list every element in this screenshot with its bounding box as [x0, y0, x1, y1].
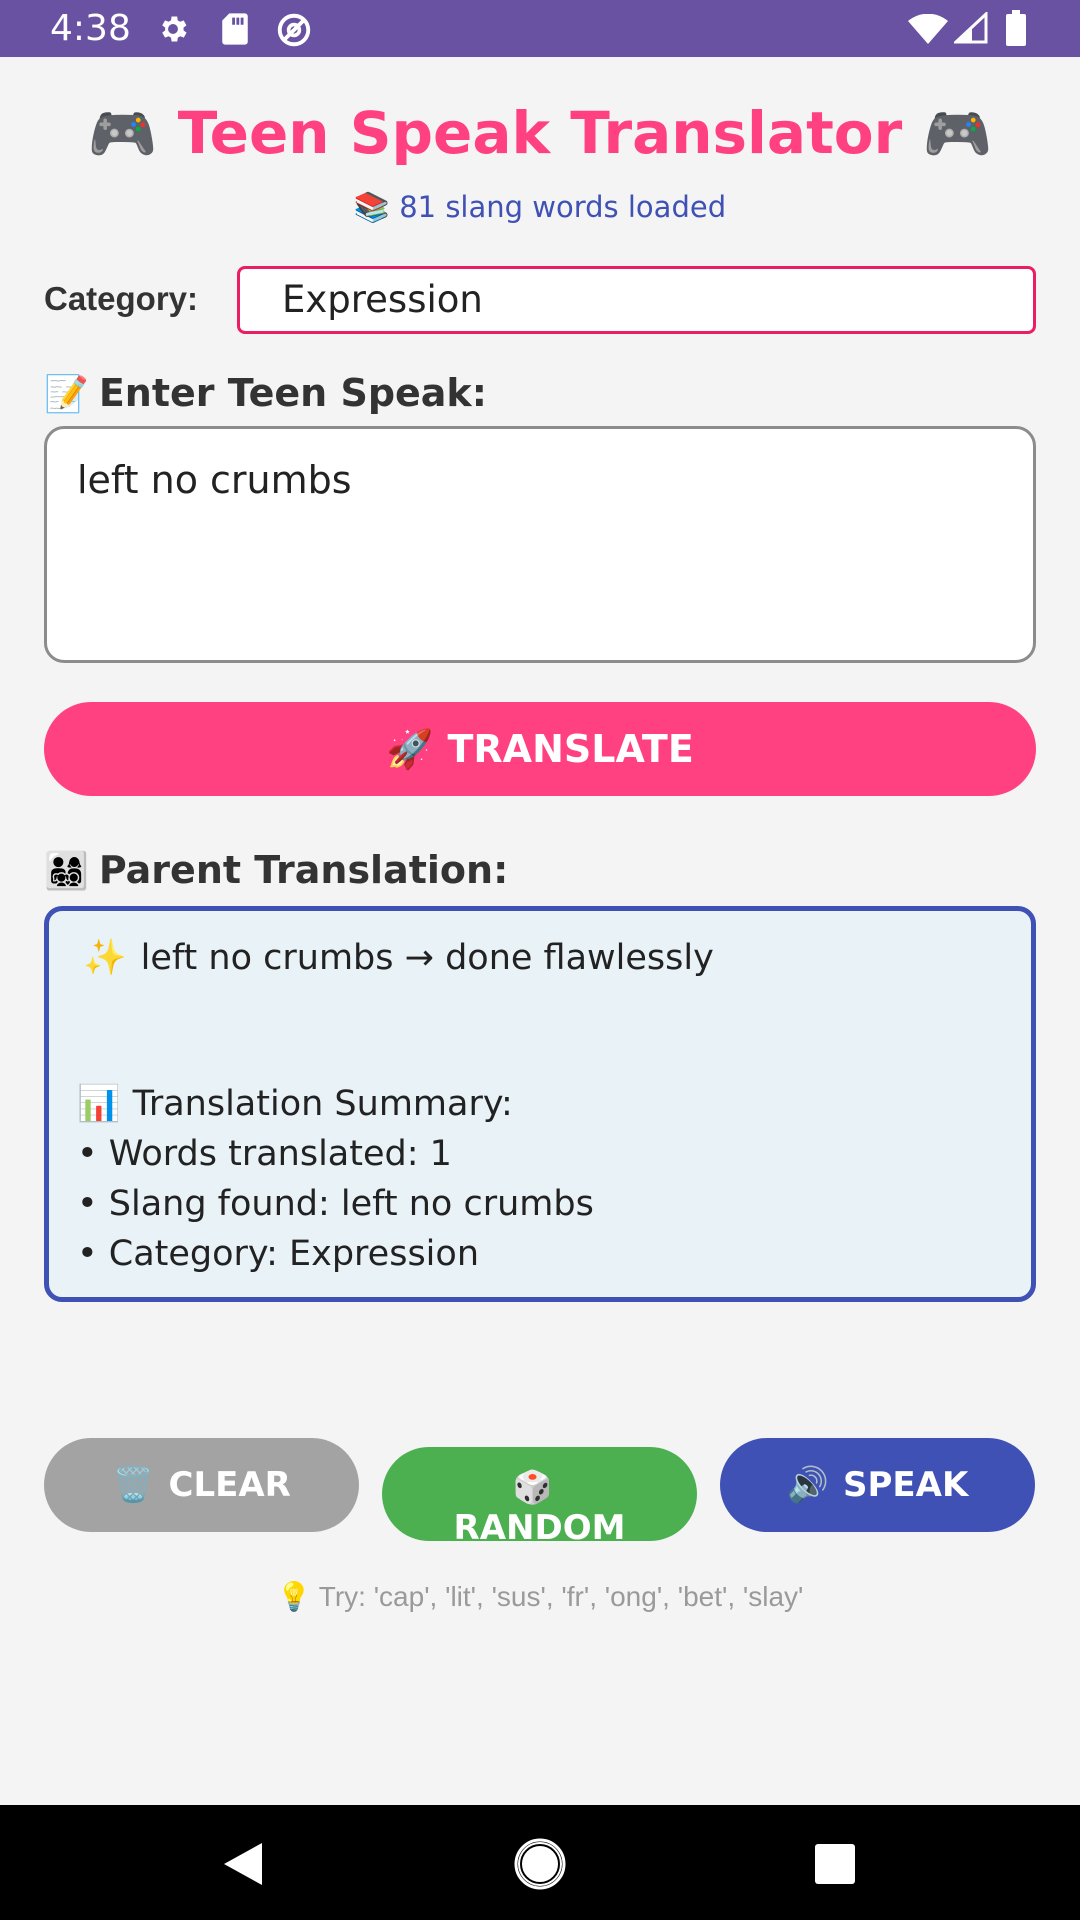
- sd-card-icon: [222, 13, 248, 45]
- main-content: 🎮 Teen Speak Translator 🎮 📚 81 slang wor…: [0, 57, 1080, 1805]
- tip-text: 💡 Try: 'cap', 'lit', 'sus', 'fr', 'ong',…: [0, 1577, 1080, 1617]
- gamepad-icon: 🎮: [922, 102, 993, 167]
- output-section-label: 👨‍👩‍👧‍👦 Parent Translation:: [44, 847, 508, 895]
- category-selected-value: Expression: [282, 278, 483, 321]
- bar-chart-icon: 📊: [77, 1084, 121, 1124]
- summary-title: 📊 Translation Summary:: [77, 1079, 1003, 1129]
- app-title: 🎮 Teen Speak Translator 🎮: [0, 97, 1080, 171]
- speaker-icon: 🔊: [786, 1465, 830, 1505]
- teen-speak-input-value: left no crumbs: [77, 458, 352, 502]
- back-icon[interactable]: [220, 1841, 266, 1887]
- books-icon: 📚: [353, 190, 390, 224]
- navigation-bar: [0, 1805, 1080, 1920]
- category-select[interactable]: Expression: [237, 266, 1036, 334]
- summary-item: • Slang found: left no crumbs: [77, 1184, 594, 1224]
- signal-icon: [954, 12, 988, 44]
- translation-output: ✨ left no crumbs → done flawlessly 📊 Trans…: [44, 906, 1036, 1302]
- rocket-icon: 🚀: [386, 727, 434, 771]
- summary-title-text: Translation Summary:: [132, 1084, 513, 1124]
- memo-icon: 📝: [44, 374, 89, 415]
- summary-item: • Words translated: 1: [77, 1134, 452, 1174]
- clear-button[interactable]: 🗑️ CLEAR: [44, 1438, 359, 1532]
- teen-speak-input[interactable]: left no crumbs: [44, 426, 1036, 663]
- home-icon[interactable]: [514, 1838, 566, 1890]
- tip-text-content: Try: 'cap', 'lit', 'sus', 'fr', 'ong', '…: [318, 1581, 804, 1612]
- output-label-text: Parent Translation:: [98, 848, 509, 892]
- recents-icon[interactable]: [814, 1843, 856, 1885]
- dice-icon: 🎲: [512, 1468, 553, 1506]
- random-button-label: RANDOM: [453, 1508, 626, 1541]
- clear-button-label: CLEAR: [168, 1465, 291, 1505]
- app-title-text: Teen Speak Translator: [177, 99, 903, 167]
- status-time: 4:38: [50, 8, 131, 49]
- status-bar: 4:38: [0, 0, 1080, 57]
- random-button[interactable]: 🎲 RANDOM: [382, 1447, 697, 1541]
- battery-icon: [1006, 10, 1026, 46]
- family-icon: 👨‍👩‍👧‍👦: [44, 851, 89, 892]
- translation-result: ✨ left no crumbs → done flawlessly: [83, 933, 1003, 983]
- gamepad-icon: 🎮: [87, 102, 158, 167]
- slang-count: 📚 81 slang words loaded: [0, 187, 1080, 227]
- input-label-text: Enter Teen Speak:: [98, 371, 487, 415]
- wifi-icon: [908, 14, 948, 44]
- speak-button[interactable]: 🔊 SPEAK: [720, 1438, 1035, 1532]
- translate-button-label: TRANSLATE: [447, 727, 694, 771]
- no-sync-icon: [277, 13, 311, 47]
- trash-icon: 🗑️: [112, 1465, 155, 1505]
- sparkles-icon: ✨: [83, 938, 127, 978]
- light-bulb-icon: 💡: [276, 1581, 312, 1612]
- translate-button[interactable]: 🚀 TRANSLATE: [44, 702, 1036, 796]
- slang-count-text: 81 slang words loaded: [399, 190, 727, 224]
- input-section-label: 📝 Enter Teen Speak:: [44, 370, 487, 418]
- speak-button-label: SPEAK: [843, 1465, 969, 1505]
- translation-result-text: left no crumbs → done flawlessly: [140, 938, 714, 978]
- gear-icon: [162, 16, 187, 42]
- category-label: Category:: [44, 280, 199, 317]
- summary-item: • Category: Expression: [77, 1234, 480, 1274]
